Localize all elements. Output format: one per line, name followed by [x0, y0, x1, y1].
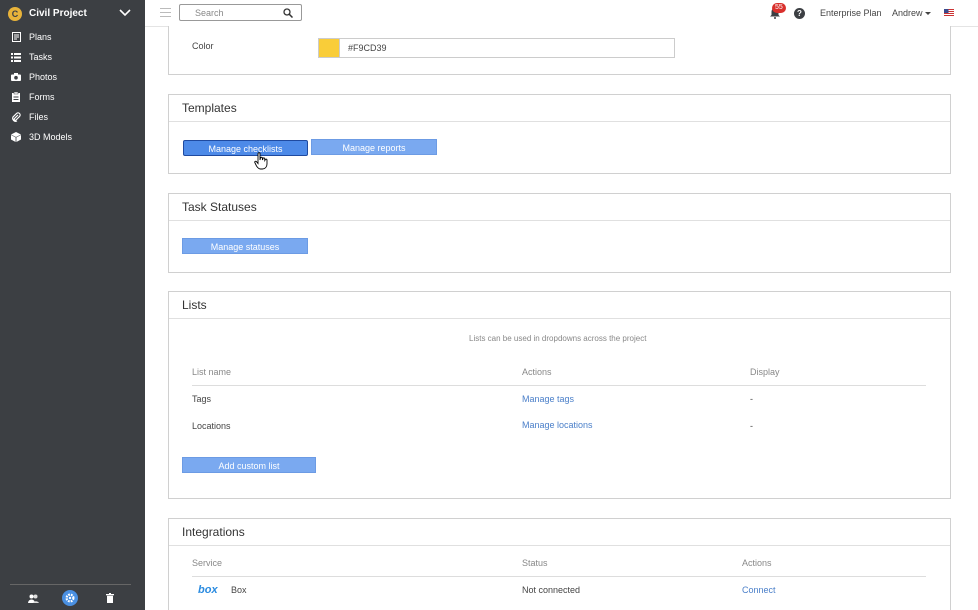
add-custom-list-button[interactable]: Add custom list [182, 457, 316, 473]
trash-icon[interactable] [102, 590, 118, 606]
status-box: Not connected [522, 585, 581, 595]
integrations-title: Integrations [169, 519, 950, 546]
caret-down-icon[interactable] [925, 12, 931, 15]
sidebar-item-label: Forms [29, 92, 55, 102]
column-header-service: Service [192, 558, 223, 568]
color-hex-input[interactable] [340, 38, 675, 58]
users-icon[interactable] [25, 590, 41, 606]
notification-badge: 55 [772, 3, 786, 13]
hamburger-menu-icon[interactable] [160, 8, 171, 17]
table-divider [192, 576, 926, 577]
help-icon[interactable]: ? [794, 8, 805, 19]
cube-icon [11, 132, 21, 142]
sidebar-item-tasks[interactable]: Tasks [0, 47, 145, 67]
sidebar-item-label: Plans [29, 32, 52, 42]
column-header-actions: Actions [742, 558, 772, 568]
sidebar-item-label: Files [29, 112, 49, 122]
lists-description: Lists can be used in dropdowns across th… [469, 334, 647, 343]
sidebar: C Civil Project Plans Tasks Photos Forms… [0, 0, 145, 610]
project-logo-icon: C [8, 6, 22, 21]
manage-reports-button[interactable]: Manage reports [311, 139, 437, 155]
task-statuses-panel: Task Statuses [168, 193, 951, 273]
camera-icon [11, 72, 21, 82]
column-header-status: Status [522, 558, 548, 568]
column-header-list-name: List name [192, 367, 232, 377]
plan-label[interactable]: Enterprise Plan [820, 8, 882, 18]
plans-icon [11, 32, 21, 42]
color-label: Color [192, 41, 214, 51]
gear-icon[interactable] [62, 590, 78, 606]
chevron-down-icon[interactable] [118, 7, 132, 19]
tasks-icon [11, 52, 21, 62]
forms-icon [11, 92, 21, 102]
service-name-box: Box [231, 585, 247, 595]
lists-title: Lists [169, 292, 950, 319]
us-flag-icon[interactable] [944, 9, 954, 16]
manage-locations-link[interactable]: Manage locations [522, 420, 593, 430]
manage-checklists-button[interactable]: Manage checklists [183, 140, 308, 156]
sidebar-item-plans[interactable]: Plans [0, 27, 145, 47]
project-name: Civil Project [29, 8, 87, 19]
sidebar-item-label: Tasks [29, 52, 53, 62]
sidebar-nav: Plans Tasks Photos Forms Files 3D Models [0, 27, 145, 147]
sidebar-item-label: Photos [29, 72, 58, 82]
column-header-display: Display [750, 367, 780, 377]
display-value-locations: - [750, 421, 753, 431]
search-box [179, 4, 302, 21]
hand-cursor-icon [254, 152, 268, 170]
list-name-tags: Tags [192, 394, 212, 404]
sidebar-item-forms[interactable]: Forms [0, 87, 145, 107]
connect-box-link[interactable]: Connect [742, 585, 776, 595]
integrations-panel: Integrations [168, 518, 951, 610]
sidebar-item-label: 3D Models [29, 132, 73, 142]
sidebar-item-photos[interactable]: Photos [0, 67, 145, 87]
display-value-tags: - [750, 394, 753, 404]
sidebar-item-files[interactable]: Files [0, 107, 145, 127]
table-divider [192, 385, 926, 386]
manage-tags-link[interactable]: Manage tags [522, 394, 574, 404]
templates-title: Templates [169, 95, 950, 122]
sidebar-footer [10, 584, 131, 610]
manage-statuses-button[interactable]: Manage statuses [182, 238, 308, 254]
box-logo: box [198, 584, 218, 596]
top-bar: 55 ? Enterprise Plan Andrew [145, 0, 978, 27]
paperclip-icon [11, 112, 21, 122]
sidebar-item-3d-models[interactable]: 3D Models [0, 127, 145, 147]
search-icon[interactable] [283, 8, 293, 18]
user-menu[interactable]: Andrew [892, 8, 923, 18]
task-statuses-title: Task Statuses [169, 194, 950, 221]
templates-panel: Templates [168, 94, 951, 174]
search-input[interactable] [180, 5, 280, 20]
column-header-actions: Actions [522, 367, 552, 377]
list-name-locations: Locations [192, 421, 231, 431]
color-swatch[interactable] [318, 38, 340, 58]
